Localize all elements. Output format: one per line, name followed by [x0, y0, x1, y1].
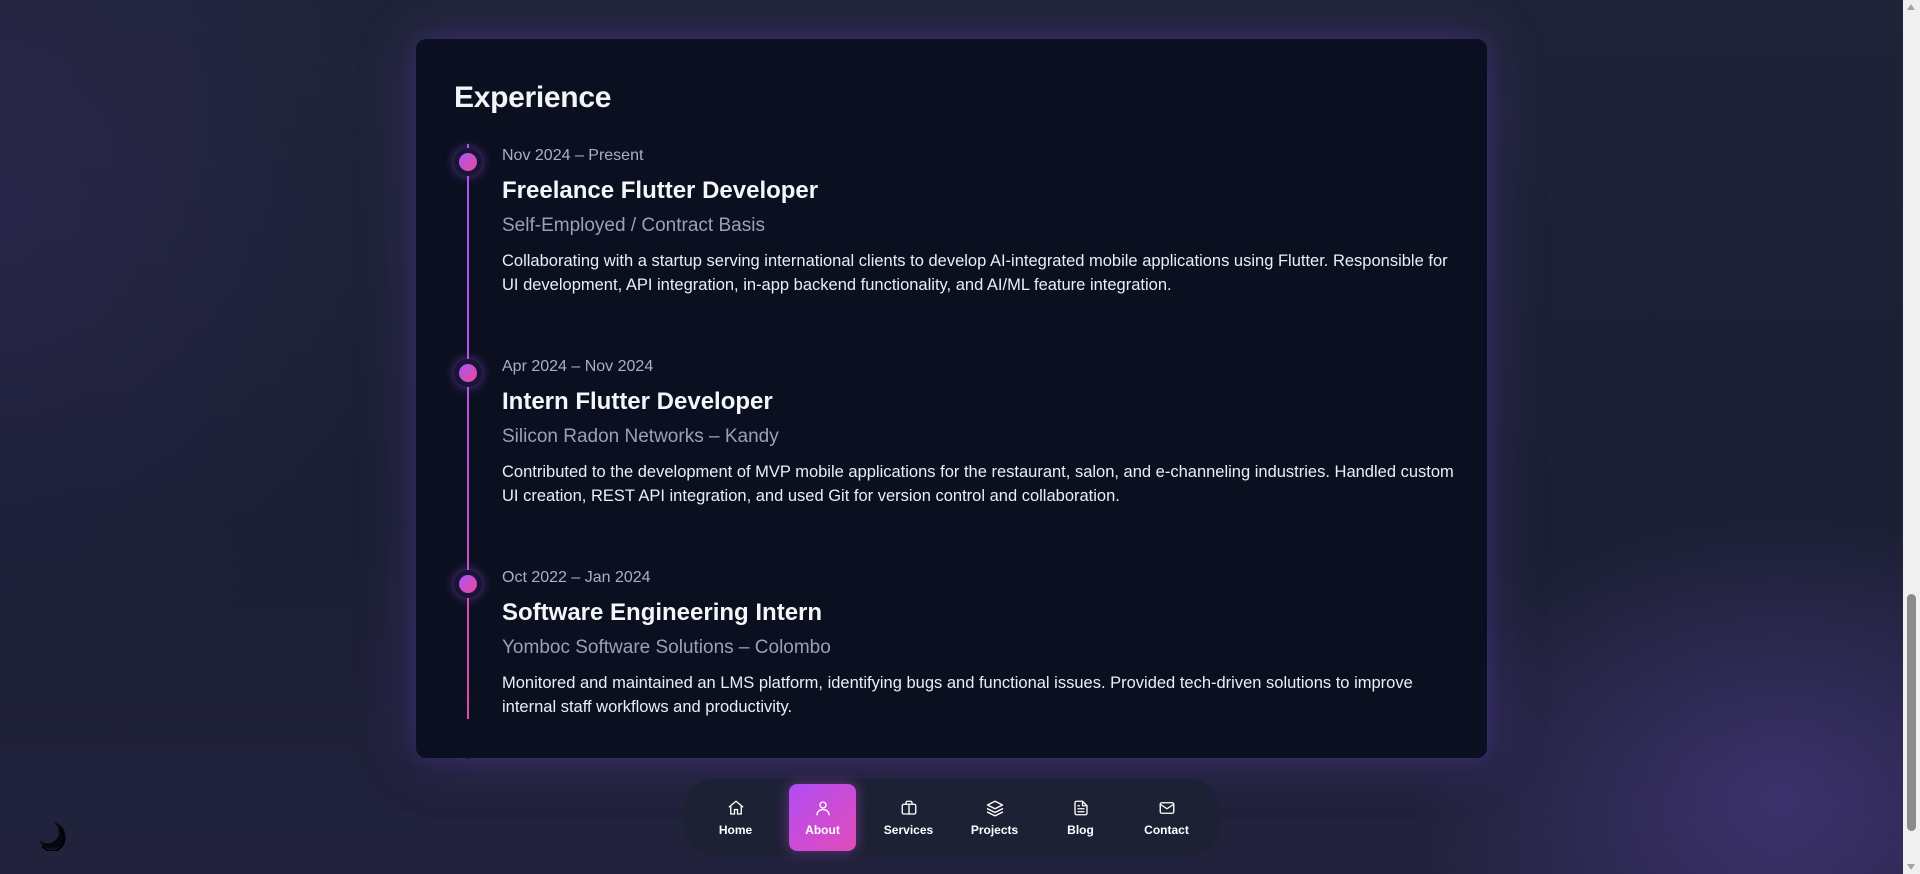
nav-projects[interactable]: Projects: [961, 784, 1028, 851]
timeline-dot: [454, 359, 482, 387]
nav-home[interactable]: Home: [702, 784, 769, 851]
experience-date: Apr 2024 – Nov 2024: [502, 358, 654, 375]
scroll-thumb[interactable]: [1907, 594, 1916, 831]
experience-company: Silicon Radon Networks – Kandy: [502, 426, 779, 447]
moon-icon: [39, 822, 66, 852]
experience-description: Collaborating with a startup serving int…: [502, 252, 1448, 294]
nav-label: Home: [718, 822, 753, 837]
experience-date: Oct 2022 – Jan 2024: [502, 569, 651, 586]
experience-description: Monitored and maintained an LMS platform…: [502, 674, 1413, 716]
nav-about[interactable]: About: [789, 784, 856, 851]
experience-role: Software Engineering Intern: [502, 599, 823, 626]
timeline-line: [467, 144, 469, 758]
nav-label: Contact: [1144, 822, 1189, 837]
nav-contact[interactable]: Contact: [1133, 784, 1200, 851]
scroll-down-arrow-icon[interactable]: [1907, 864, 1915, 870]
nav-label: Blog: [1067, 822, 1094, 837]
experience-company: Self-Employed / Contract Basis: [502, 215, 765, 236]
page-scrollbar[interactable]: [1903, 0, 1920, 874]
nav-services[interactable]: Services: [875, 784, 942, 851]
layers-icon: [986, 800, 1003, 817]
nav-label: Services: [883, 822, 934, 837]
nav-label: About: [805, 822, 840, 837]
briefcase-icon: [901, 800, 916, 815]
experience-description: Contributed to the development of MVP mo…: [502, 463, 1454, 505]
timeline-dot: [454, 148, 482, 176]
experience-role: Freelance Flutter Developer: [502, 177, 819, 204]
mail-icon: [1159, 801, 1174, 814]
file-text-icon: [1073, 800, 1088, 815]
experience-card: Experience Nov 2024 – Present Freelance …: [416, 39, 1487, 759]
section-title: Experience: [454, 81, 612, 114]
timeline-dot: [454, 570, 482, 598]
timeline-end: [467, 719, 469, 759]
bottom-nav: Home About Services Projects Blog Contac…: [684, 779, 1219, 856]
home-icon: [728, 800, 743, 815]
experience-company: Yomboc Software Solutions – Colombo: [502, 637, 831, 658]
nav-label: Projects: [970, 822, 1019, 837]
scroll-up-arrow-icon[interactable]: [1907, 4, 1915, 10]
experience-date: Nov 2024 – Present: [502, 147, 644, 164]
experience-role: Intern Flutter Developer: [502, 388, 773, 415]
theme-toggle-button[interactable]: [34, 817, 68, 852]
user-icon: [815, 800, 830, 815]
nav-blog[interactable]: Blog: [1047, 784, 1114, 851]
